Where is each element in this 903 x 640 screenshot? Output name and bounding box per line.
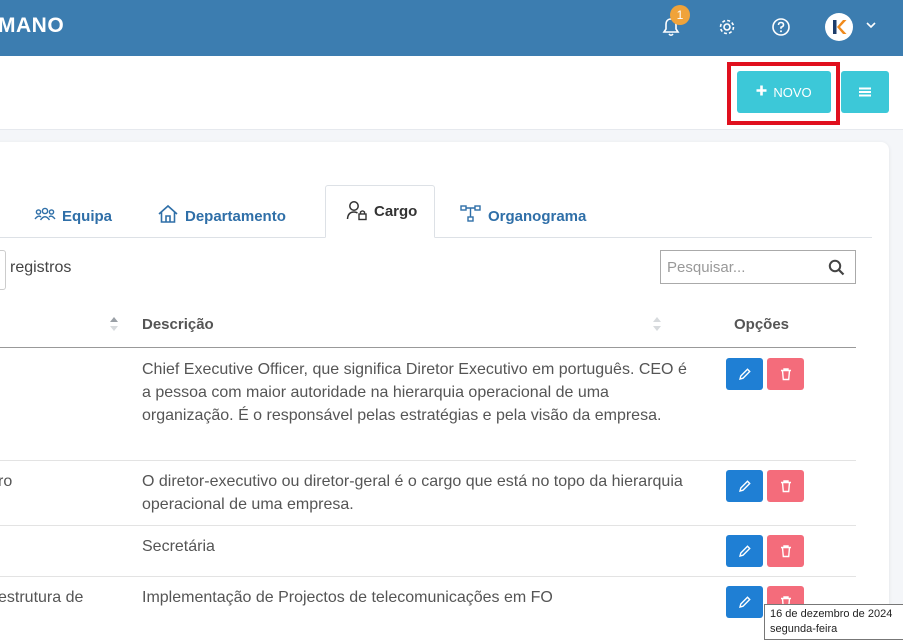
- trash-icon: [780, 368, 791, 381]
- pencil-icon: [738, 596, 751, 608]
- user-avatar[interactable]: [825, 13, 853, 41]
- hamburger-icon: [859, 87, 871, 97]
- row-divider: [0, 460, 856, 461]
- tab-equipa[interactable]: Equipa: [34, 196, 112, 236]
- table-header-divider: [0, 347, 856, 348]
- row-description: O diretor-executivo ou diretor-geral é o…: [142, 473, 683, 513]
- edit-button[interactable]: [726, 586, 763, 618]
- search-input[interactable]: [661, 258, 821, 276]
- row-divider: [0, 525, 856, 526]
- org-chart-icon: [460, 205, 482, 227]
- tab-organograma-label: Organograma: [488, 207, 587, 225]
- trash-icon: [780, 545, 791, 558]
- edit-button[interactable]: [726, 358, 763, 390]
- pencil-icon: [738, 368, 751, 380]
- row-description: Chief Executive Officer, que significa D…: [142, 361, 687, 424]
- date-tooltip: 16 de dezembro de 2024 segunda-feira: [764, 604, 903, 640]
- delete-button[interactable]: [767, 470, 804, 502]
- edit-button[interactable]: [726, 535, 763, 567]
- sort-icon[interactable]: [652, 315, 662, 333]
- pencil-icon: [738, 545, 751, 557]
- tab-equipa-label: Equipa: [62, 207, 113, 225]
- search-box: [660, 250, 856, 284]
- tooltip-date: 16 de dezembro de 2024: [770, 608, 893, 620]
- registros-label: registros: [10, 259, 72, 276]
- team-icon: [34, 206, 56, 226]
- top-navbar: MANO 1: [0, 0, 903, 56]
- row-description: Secretária: [142, 538, 215, 555]
- tab-cargo-label: Cargo: [374, 203, 418, 220]
- sort-icon[interactable]: [109, 315, 119, 333]
- tab-organograma[interactable]: Organograma: [460, 196, 586, 236]
- gear-icon[interactable]: [714, 14, 740, 40]
- plus-icon: [756, 83, 767, 101]
- row-description: Implementação de Projectos de telecomuni…: [142, 589, 553, 606]
- column-header-opcoes: Opções: [734, 316, 790, 333]
- chevron-down-icon[interactable]: [866, 18, 876, 32]
- tab-cargo[interactable]: Cargo: [325, 185, 436, 238]
- novo-button[interactable]: NOVO: [737, 71, 831, 113]
- brand-title: MANO: [0, 14, 65, 37]
- column-header-descricao[interactable]: Descrição: [142, 316, 214, 333]
- delete-button[interactable]: [767, 535, 804, 567]
- edit-button[interactable]: [726, 470, 763, 502]
- row-name: ro: [0, 473, 13, 490]
- home-icon: [157, 204, 179, 228]
- row-name: estrutura de: [0, 589, 84, 606]
- novo-button-label: NOVO: [773, 84, 812, 100]
- tabs-divider: [0, 237, 872, 238]
- trash-icon: [780, 480, 791, 493]
- search-icon[interactable]: [828, 259, 845, 281]
- tooltip-weekday: segunda-feira: [770, 623, 838, 635]
- notification-badge: 1: [670, 5, 690, 25]
- menu-button[interactable]: [841, 71, 889, 113]
- tab-departamento-label: Departamento: [185, 207, 286, 225]
- tab-departamento[interactable]: Departamento: [157, 196, 286, 236]
- page-length-select[interactable]: [0, 250, 6, 290]
- user-lock-icon: [346, 199, 368, 225]
- pencil-icon: [738, 480, 751, 492]
- help-icon[interactable]: [768, 14, 794, 40]
- row-divider: [0, 576, 856, 577]
- delete-button[interactable]: [767, 358, 804, 390]
